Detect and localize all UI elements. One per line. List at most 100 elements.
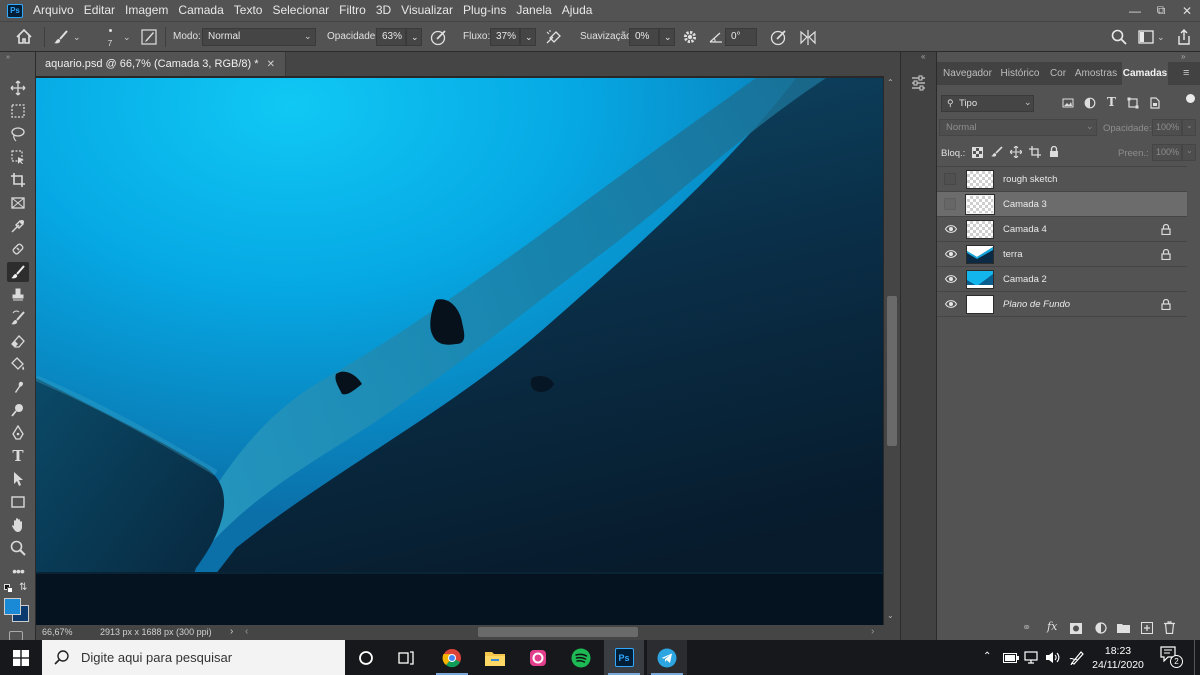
healing-brush-tool-icon[interactable] (7, 239, 29, 259)
filter-type-icon[interactable]: T (1107, 95, 1116, 109)
menu-plug-ins[interactable]: Plug-ins (459, 0, 512, 21)
layer-filter-select[interactable]: ⚲ Tipo ⌄ (941, 95, 1034, 112)
cortana-icon[interactable] (346, 640, 386, 675)
canvas-area[interactable] (36, 76, 884, 625)
layers-scrollbar[interactable] (1187, 166, 1200, 626)
link-layers-icon[interactable]: ⚭ (1022, 621, 1031, 634)
flow-dropdown[interactable]: ⌄ (520, 28, 536, 46)
menu-camada[interactable]: Camada (174, 0, 229, 21)
opacity-input[interactable]: 63% (376, 28, 406, 46)
brush-settings-icon[interactable] (141, 29, 157, 45)
show-desktop-button[interactable] (1194, 640, 1200, 675)
visibility-toggle[interactable] (944, 198, 956, 210)
system-tray-chevron-icon[interactable]: ⌃ (983, 651, 991, 662)
scroll-left-icon[interactable]: ‹ (245, 626, 248, 637)
zoom-level[interactable]: 66,67% (42, 627, 73, 637)
tab-historico[interactable]: Histórico (997, 62, 1043, 85)
status-menu-arrow-icon[interactable]: › (230, 626, 233, 637)
lock-all-icon[interactable] (1049, 146, 1059, 158)
layer-opacity-dropdown[interactable]: ⌄ (1182, 119, 1196, 136)
marquee-tool-icon[interactable] (7, 101, 29, 121)
brush-tool-icon[interactable] (7, 262, 29, 282)
scroll-up-icon[interactable]: ⌃ (887, 78, 894, 87)
volume-icon[interactable] (1045, 651, 1060, 664)
chevron-down-icon[interactable]: ⌄ (123, 32, 131, 43)
scroll-right-icon[interactable]: › (871, 626, 874, 637)
vertical-scrollbar[interactable]: ⌃ ⌄ (884, 76, 900, 625)
layer-row-plano-de-fundo[interactable]: Plano de Fundo (937, 292, 1187, 317)
trash-icon[interactable] (1164, 621, 1175, 634)
smoothing-input[interactable]: 0% (629, 28, 659, 46)
paint-bucket-tool-icon[interactable] (7, 354, 29, 374)
lock-pixels-icon[interactable] (991, 146, 1003, 158)
menu-arquivo[interactable]: Arquivo (29, 0, 80, 21)
collapse-arrows-icon[interactable]: » (1181, 52, 1185, 61)
layer-opacity-input[interactable]: 100% (1152, 119, 1182, 136)
mode-select[interactable]: Normal (202, 28, 316, 46)
collapse-arrows-icon[interactable]: » (6, 54, 10, 61)
home-icon[interactable] (16, 29, 32, 44)
filter-toggle[interactable] (1186, 94, 1195, 103)
layer-row-camada-2[interactable]: Camada 2 (937, 267, 1187, 292)
more-tools-icon[interactable]: ••• (7, 561, 29, 581)
notifications-button[interactable]: 2 (1160, 646, 1186, 668)
pressure-opacity-icon[interactable] (430, 29, 447, 46)
visibility-toggle[interactable] (944, 173, 956, 185)
chevron-down-icon[interactable]: ⌄ (73, 32, 81, 43)
new-layer-icon[interactable] (1141, 622, 1153, 634)
filter-adjustment-icon[interactable] (1084, 97, 1096, 109)
menu-visualizar[interactable]: Visualizar (397, 0, 459, 21)
vertical-scroll-thumb[interactable] (887, 296, 897, 446)
horizontal-scroll-thumb[interactable] (478, 627, 638, 637)
menu-filtro[interactable]: Filtro (335, 0, 372, 21)
menu-editar[interactable]: Editar (80, 0, 121, 21)
frame-tool-icon[interactable] (7, 193, 29, 213)
eye-icon[interactable] (945, 299, 957, 309)
close-icon[interactable]: ✕ (1174, 0, 1200, 21)
stamp-tool-icon[interactable] (7, 285, 29, 305)
pressure-size-icon[interactable] (770, 29, 787, 46)
tab-camadas[interactable]: Camadas (1122, 62, 1168, 85)
fill-dropdown[interactable]: ⌄ (1182, 144, 1196, 161)
filter-pixel-icon[interactable] (1062, 97, 1074, 109)
panel-menu-icon[interactable]: ≡ (1183, 67, 1189, 79)
brush-tool-icon[interactable] (53, 29, 69, 45)
layer-row-camada-4[interactable]: Camada 4 (937, 217, 1187, 242)
tab-amostras[interactable]: Amostras (1072, 62, 1120, 85)
fill-input[interactable]: 100% (1152, 144, 1182, 161)
symmetry-icon[interactable] (799, 29, 817, 46)
telegram-icon[interactable] (647, 640, 687, 675)
opacity-dropdown[interactable]: ⌄ (406, 28, 422, 46)
artwork-canvas[interactable] (36, 78, 883, 625)
lasso-tool-icon[interactable] (7, 124, 29, 144)
angle-input[interactable]: 0° (725, 28, 757, 46)
eyedropper-tool-icon[interactable] (7, 216, 29, 236)
clock[interactable]: 18:23 24/11/2020 (1090, 644, 1146, 672)
rectangle-tool-icon[interactable] (7, 492, 29, 512)
tab-navegador[interactable]: Navegador (940, 62, 995, 85)
eraser-tool-icon[interactable] (7, 331, 29, 351)
filter-smart-object-icon[interactable] (1149, 97, 1161, 109)
adjustments-icon[interactable] (910, 74, 927, 91)
share-icon[interactable] (1176, 29, 1192, 45)
layer-row-camada-3[interactable]: Camada 3 (937, 192, 1187, 217)
adjustment-layer-icon[interactable] (1095, 622, 1107, 634)
swap-colors-icon[interactable]: ⇅ (19, 582, 27, 593)
photos-app-icon[interactable] (518, 640, 558, 675)
lock-position-icon[interactable] (1010, 146, 1022, 158)
eye-icon[interactable] (945, 274, 957, 284)
menu-janela[interactable]: Janela (512, 0, 557, 21)
photoshop-taskbar-icon[interactable]: Ps (604, 640, 644, 675)
smudge-tool-icon[interactable] (7, 377, 29, 397)
airbrush-icon[interactable] (545, 29, 562, 46)
smoothing-dropdown[interactable]: ⌄ (659, 28, 675, 46)
menu-ajuda[interactable]: Ajuda (558, 0, 599, 21)
hand-tool-icon[interactable] (7, 515, 29, 535)
filter-shape-icon[interactable] (1127, 97, 1139, 109)
path-selection-tool-icon[interactable] (7, 469, 29, 489)
chrome-icon[interactable] (432, 640, 472, 675)
workspace-icon[interactable] (1138, 30, 1154, 44)
search-icon[interactable] (1111, 29, 1127, 45)
layer-row-terra[interactable]: terra (937, 242, 1187, 267)
menu-texto[interactable]: Texto (230, 0, 269, 21)
